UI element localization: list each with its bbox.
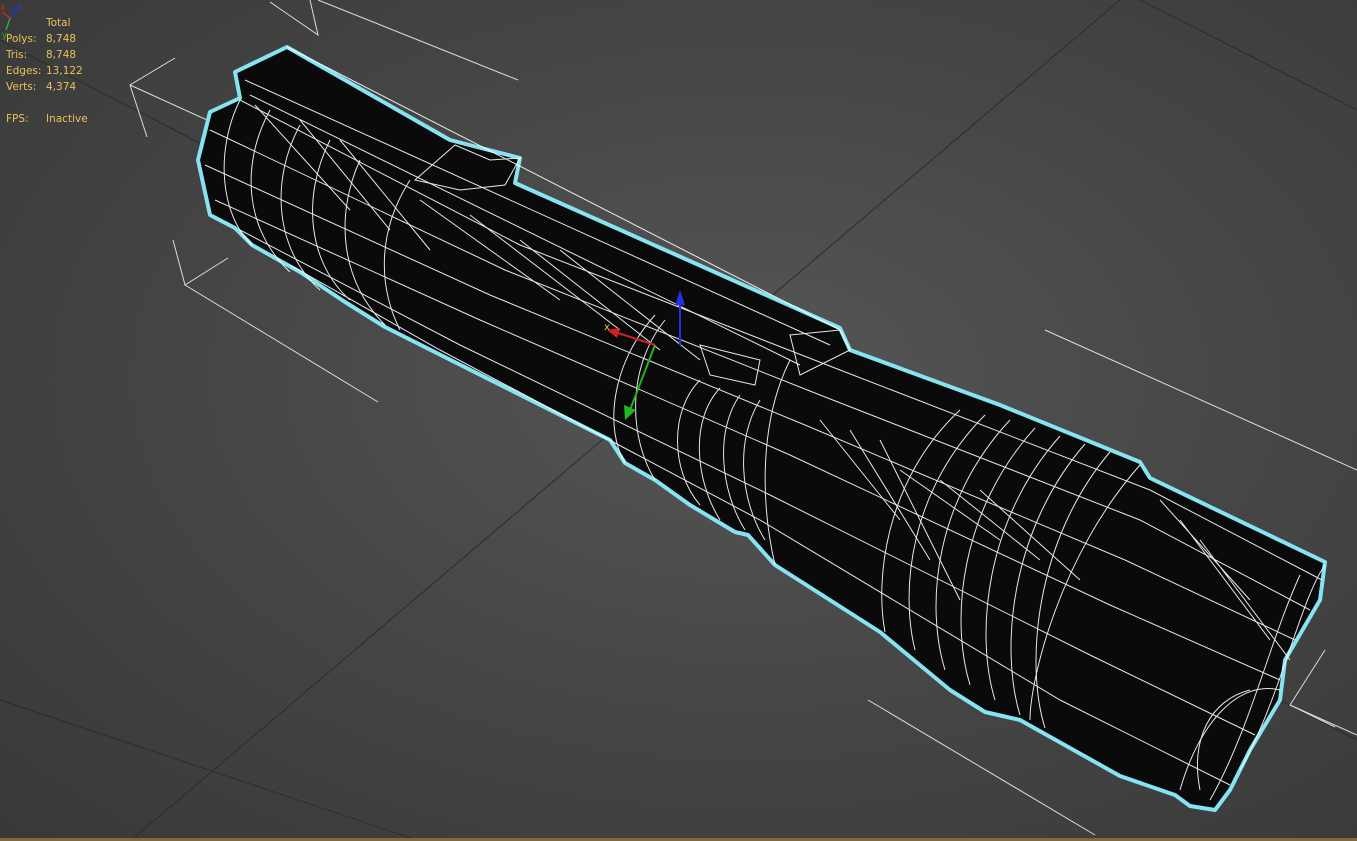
- axis-z-label: z: [17, 3, 22, 13]
- stat-value: 4,374: [46, 81, 77, 93]
- stat-value: 8,748: [46, 33, 77, 45]
- axis-tripod-icon: z x y: [0, 3, 22, 40]
- stat-label: Edges:: [6, 65, 42, 77]
- stat-row-fps: FPS: Inactive: [6, 111, 88, 127]
- 3d-viewport[interactable]: x Total Polys: 8,748 Tris: 8,748 Edges: …: [0, 0, 1357, 841]
- stat-row-edges: Edges: 13,122: [6, 63, 88, 79]
- flashlight-mesh: [196, 45, 1327, 812]
- stat-row-verts: Verts: 4,374: [6, 79, 88, 95]
- axis-x-label: x: [0, 3, 6, 13]
- fps-value: Inactive: [46, 113, 88, 125]
- stat-label: Tris:: [6, 49, 28, 61]
- stat-label: Verts:: [6, 81, 37, 93]
- axis-y-label: y: [2, 31, 8, 40]
- stat-row-tris: Tris: 8,748: [6, 47, 88, 63]
- gizmo-x-label: x: [604, 322, 610, 333]
- scene-canvas: x: [0, 0, 1357, 841]
- stat-value: 8,748: [46, 49, 77, 61]
- fps-label: FPS:: [6, 113, 29, 125]
- stat-value: 13,122: [46, 65, 83, 77]
